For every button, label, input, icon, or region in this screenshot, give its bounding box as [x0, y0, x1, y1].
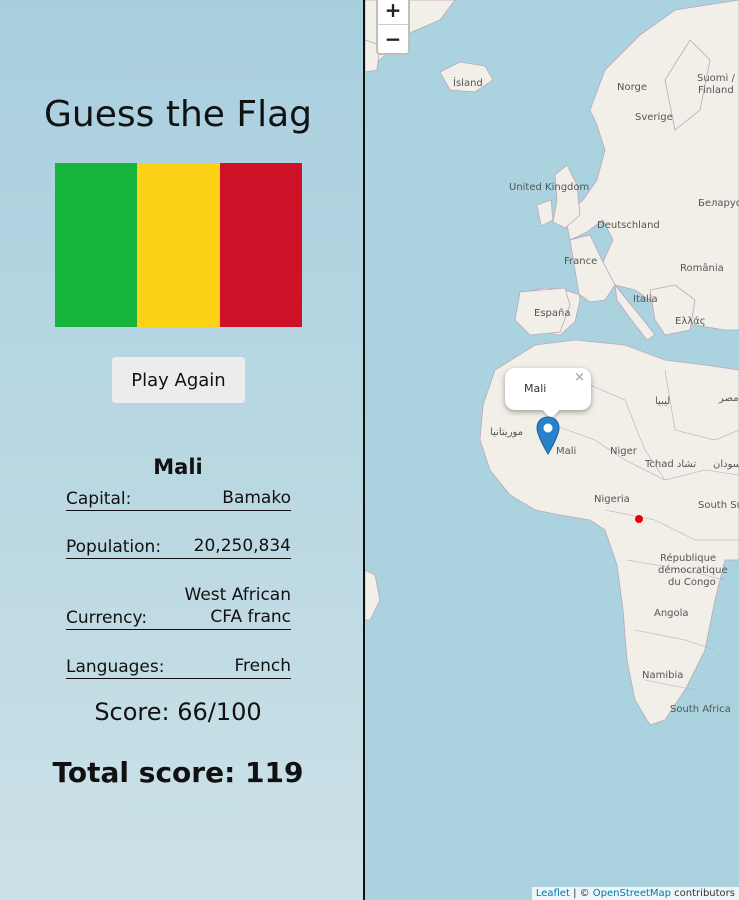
- map-label-niger: Niger: [610, 446, 637, 457]
- languages-label: Languages:: [66, 657, 165, 677]
- map-label-libya: ليبيا: [655, 396, 671, 407]
- map-label-south-africa: South Africa: [670, 704, 731, 715]
- map-label-mauritania: موريتانيا: [490, 427, 524, 438]
- languages-value: French: [234, 656, 291, 676]
- page-title: Guess the Flag: [44, 94, 312, 135]
- total-score: Total score: 119: [52, 756, 304, 789]
- capital-value: Bamako: [222, 488, 291, 508]
- zoom-out-button[interactable]: −: [378, 25, 408, 53]
- languages-row: Languages: French: [66, 655, 291, 679]
- land-ireland: [536, 199, 554, 227]
- population-row: Population: 20,250,834: [66, 535, 291, 559]
- play-again-button[interactable]: Play Again: [112, 357, 245, 403]
- currency-line-2: CFA franc: [210, 607, 291, 627]
- map-label-namibia: Namibia: [642, 670, 684, 681]
- zoom-control: + −: [376, 0, 410, 55]
- leaflet-link[interactable]: Leaflet: [536, 888, 570, 899]
- capital-row: Capital: Bamako: [66, 487, 291, 511]
- flag-image: [55, 163, 302, 327]
- map-label-belarus: Беларусь: [698, 198, 739, 209]
- land-south-america-edge: [365, 569, 381, 621]
- map-label-drc-3: du Congo: [668, 577, 716, 588]
- map-label-spain: España: [534, 308, 571, 319]
- population-label: Population:: [66, 537, 162, 557]
- map-label-finland-2: Finland: [698, 85, 734, 96]
- population-value: 20,250,834: [193, 536, 291, 556]
- currency-line-1: West African: [184, 585, 291, 605]
- map-label-finland-1: Suomi /: [697, 73, 735, 84]
- map-label-nigeria: Nigeria: [594, 494, 630, 505]
- map-attribution: Leaflet | © OpenStreetMap contributors: [531, 887, 739, 900]
- map-label-drc-1: République: [660, 553, 717, 564]
- flag-stripe-green: [55, 163, 138, 327]
- map-label-angola: Angola: [654, 608, 689, 619]
- popup-text: Mali: [524, 382, 547, 395]
- info-panel: Guess the Flag Play Again Mali Capital: …: [0, 0, 363, 900]
- map-label-norway: Norge: [617, 82, 648, 93]
- map-label-uk: United Kingdom: [509, 182, 590, 193]
- capital-label: Capital:: [66, 489, 132, 509]
- currency-value: West African CFA franc: [185, 584, 291, 628]
- round-score: Score: 66/100: [94, 698, 262, 726]
- map-label-romania: România: [680, 263, 724, 274]
- map-label-france: France: [564, 256, 598, 267]
- flag-stripe-yellow: [137, 163, 220, 327]
- map-label-south-sudan: South Su: [698, 500, 739, 511]
- popup-close-icon[interactable]: ×: [574, 370, 585, 385]
- guess-dot: [635, 515, 643, 523]
- country-name: Mali: [153, 455, 203, 479]
- zoom-in-button[interactable]: +: [378, 0, 408, 25]
- map-label-greece: Ελλάς: [675, 316, 706, 327]
- attribution-separator: | ©: [569, 888, 593, 899]
- flag-stripe-red: [219, 163, 302, 327]
- map-label-italy: Italia: [633, 294, 658, 305]
- map-label-chad: Tchad تشاد: [645, 459, 697, 470]
- osm-link[interactable]: OpenStreetMap: [593, 888, 671, 899]
- map-label-iceland: Ísland: [453, 78, 483, 89]
- currency-label: Currency:: [66, 608, 148, 628]
- map-label-germany: Deutschland: [597, 220, 660, 231]
- map-label-sudan: السودان: [713, 459, 739, 470]
- map-label-sweden: Sverige: [635, 112, 673, 123]
- map-label-drc-2: démocratique: [658, 565, 728, 576]
- land-britain: [552, 164, 581, 229]
- map-popup: Mali ×: [505, 368, 591, 419]
- attribution-suffix: contributors: [671, 888, 735, 899]
- world-map[interactable]: Ísland Norge Suomi / Finland Sverige Uni…: [365, 0, 739, 900]
- map-label-egypt: مصر: [719, 393, 739, 404]
- currency-row: Currency: West African CFA franc: [66, 584, 291, 630]
